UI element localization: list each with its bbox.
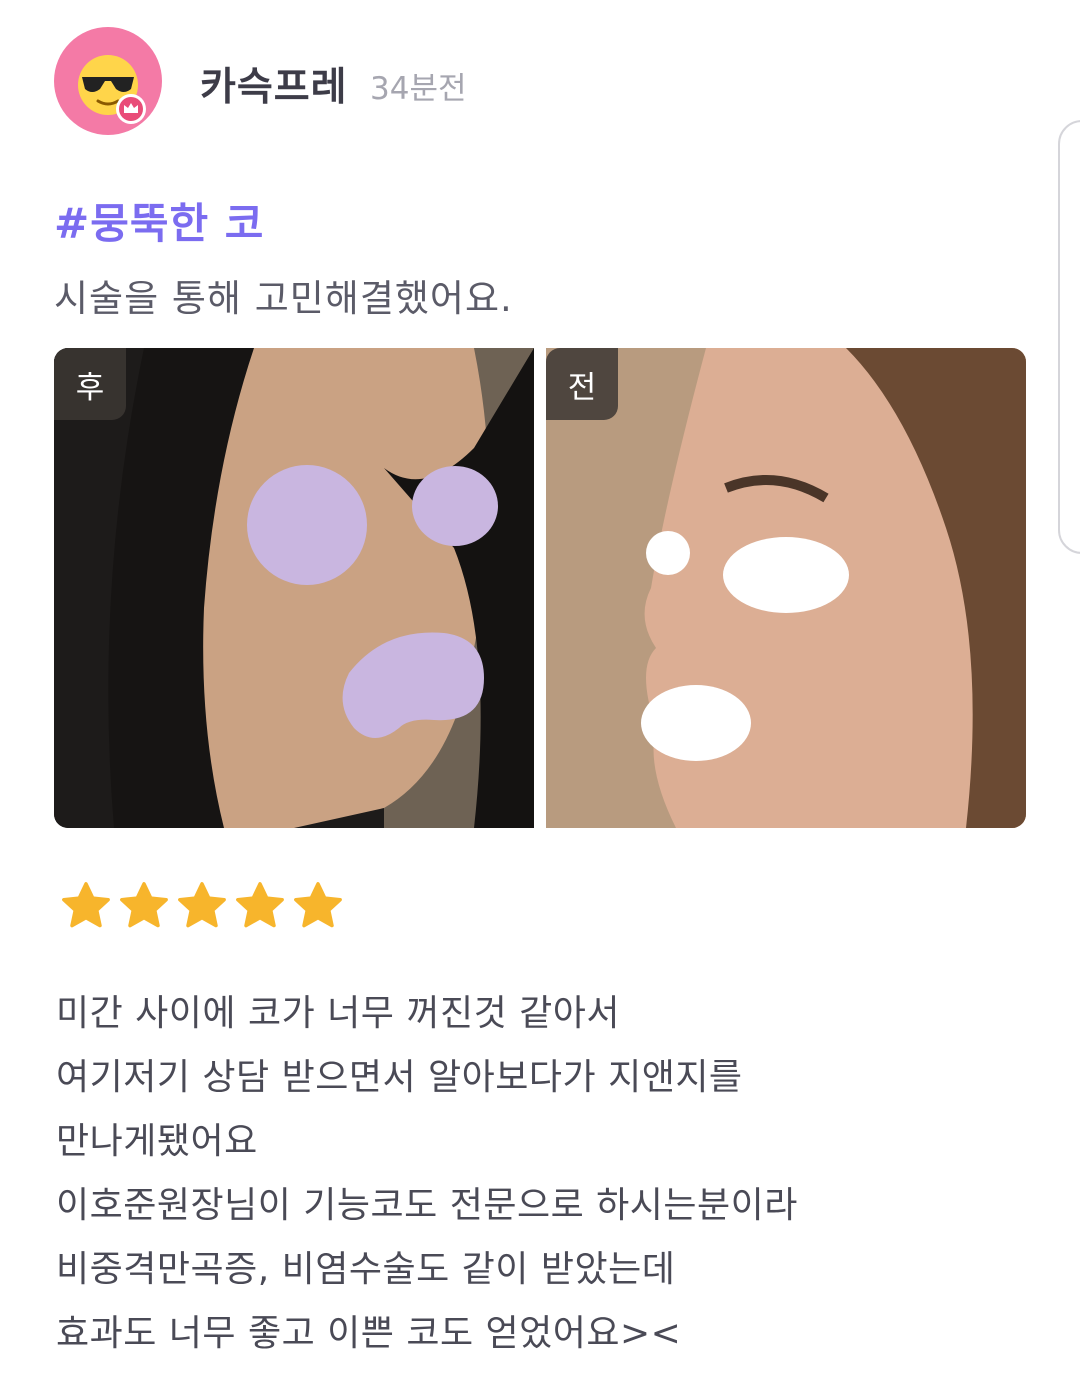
after-face-image [54, 348, 534, 828]
after-badge: 후 [54, 348, 126, 420]
star-icon [236, 882, 284, 928]
star-icon [178, 882, 226, 928]
side-panel-edge[interactable] [1058, 120, 1080, 554]
before-badge: 전 [546, 348, 618, 420]
review-line: 효과도 너무 좋고 이쁜 코도 얻었어요>< [56, 1313, 682, 1354]
sunglasses-face-icon [78, 55, 146, 124]
review-line: 이호준원장님이 기능코도 전문으로 하시는분이라 [56, 1185, 798, 1226]
review-line: 만나게됐어요 [56, 1121, 258, 1162]
star-icon [120, 882, 168, 928]
before-face-image [546, 348, 1026, 828]
review-line: 여기저기 상담 받으면서 알아보다가 지앤지를 [56, 1057, 743, 1098]
hashtag[interactable]: #뭉뚝한 코 [54, 190, 264, 251]
star-icon [294, 882, 342, 928]
post-time: 34분전 [370, 71, 467, 107]
review-line: 미간 사이에 코가 너무 꺼진것 같아서 [56, 993, 621, 1034]
review-line: 비중격만곡증, 비염수술도 같이 받았는데 [56, 1249, 676, 1290]
after-photo[interactable]: 후 [54, 348, 534, 828]
before-photo[interactable]: 전 [546, 348, 1026, 828]
review-text: 미간 사이에 코가 너무 꺼진것 같아서 여기저기 상담 받으면서 알아보다가 … [56, 982, 798, 1366]
post-subtitle: 시술을 통해 고민해결했어요. [54, 277, 513, 320]
star-icon [62, 882, 110, 928]
avatar[interactable] [54, 27, 162, 135]
star-rating [58, 878, 346, 934]
username[interactable]: 카슥프레 [200, 56, 348, 112]
